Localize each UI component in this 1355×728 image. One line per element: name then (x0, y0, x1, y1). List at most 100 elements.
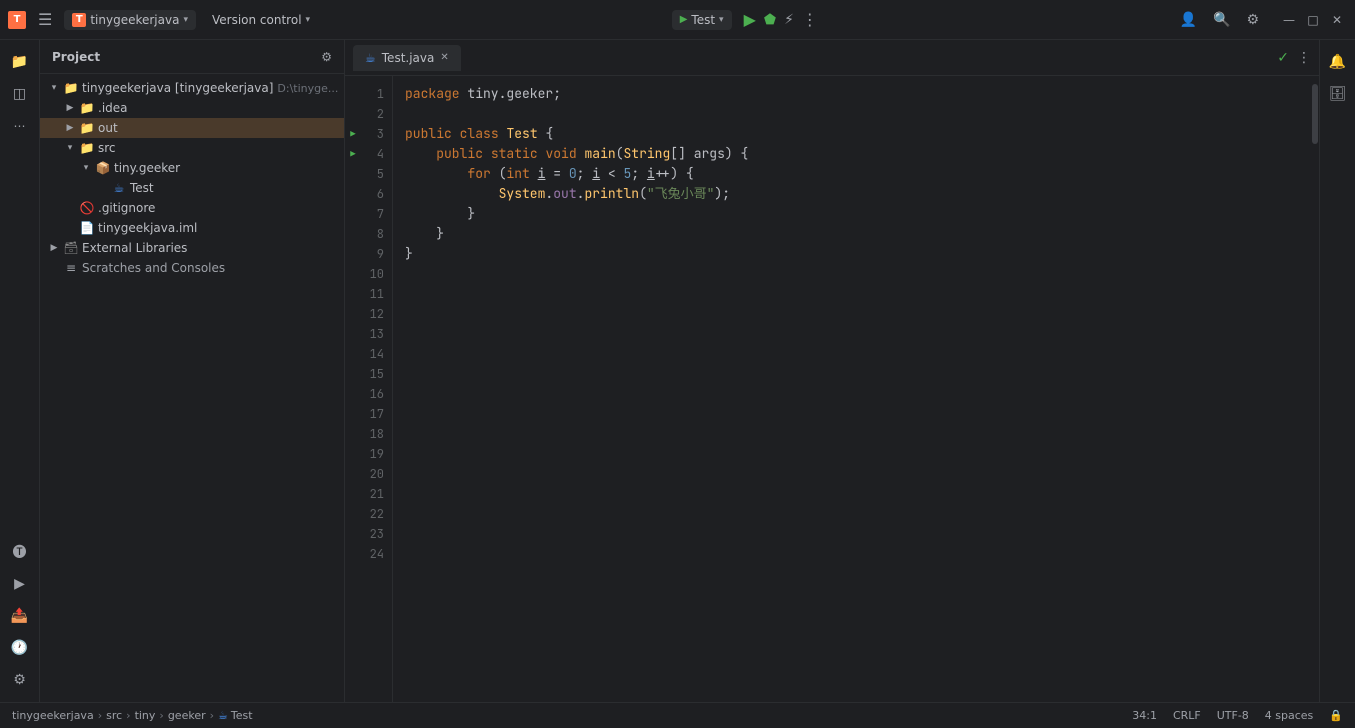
breadcrumb-geeker[interactable]: geeker (168, 709, 206, 722)
line-num-2: 2 (345, 104, 392, 124)
code-line-10 (405, 264, 1299, 284)
tree-test-file[interactable]: ▶ ☕ Test (40, 178, 344, 198)
src-label: src (98, 141, 116, 155)
breadcrumb-tiny[interactable]: tiny (135, 709, 156, 722)
lock-icon[interactable]: 🔒 (1329, 709, 1343, 722)
run-gutter-4[interactable]: ▶ (345, 144, 361, 164)
code-line-11 (405, 284, 1299, 304)
line-ending[interactable]: CRLF (1173, 709, 1201, 722)
line-num-3: ▶ 3 (345, 124, 392, 144)
tab-close-button[interactable]: ✕ (440, 52, 448, 63)
tab-right-actions: ✓ ⋮ (1277, 50, 1311, 66)
tree-arrow-root: ▾ (48, 82, 60, 94)
code-line-24 (405, 544, 1299, 564)
sidebar-icon-more[interactable]: ⋯ (6, 112, 34, 140)
breadcrumb-project[interactable]: tinygeekerjava (12, 709, 94, 722)
close-button[interactable]: ✕ (1327, 10, 1347, 30)
vertical-scrollbar[interactable] (1311, 76, 1319, 702)
code-line-13 (405, 324, 1299, 344)
encoding[interactable]: UTF-8 (1217, 709, 1249, 722)
sidebar-icon-project[interactable]: 📁 (6, 48, 34, 76)
app-logo: T (8, 11, 26, 29)
folder-icon-src: 📁 (79, 140, 95, 156)
left-sidebar: 📁 ◫ ⋯ 🅣 ▶ 📤 🕐 ⚙ (0, 40, 40, 702)
code-line-2 (405, 104, 1299, 124)
more-tabs-icon[interactable]: ⋮ (1297, 50, 1311, 66)
line-num-7: 7 (345, 204, 392, 224)
titlebar-center: ▶ Test ▾ ▶ ⬟ ⚡ ⋮ (318, 6, 1176, 33)
line-num-10: 10 (345, 264, 392, 284)
tree-idea[interactable]: ▶ 📁 .idea (40, 98, 344, 118)
database-icon[interactable]: 🗄 (1324, 80, 1352, 108)
tab-label: Test.java (382, 51, 435, 65)
maximize-button[interactable]: □ (1303, 10, 1323, 30)
line-num-6: 6 (345, 184, 392, 204)
sidebar-icon-settings[interactable]: ⚙ (6, 666, 34, 694)
tree-root[interactable]: ▾ 📁 tinygeekerjava [tinygeekerjava] D:\t… (40, 78, 344, 98)
code-line-15 (405, 364, 1299, 384)
editor-tab-test[interactable]: ☕ Test.java ✕ (353, 45, 461, 71)
line-num-12: 12 (345, 304, 392, 324)
tree-arrow-ext: ▶ (48, 242, 60, 254)
cursor-position[interactable]: 34:1 (1132, 709, 1157, 722)
tree-external-libs[interactable]: ▶ 🗃 External Libraries (40, 238, 344, 258)
panel-settings-icon[interactable]: ⚙ (321, 50, 332, 64)
folder-icon-idea: 📁 (79, 100, 95, 116)
project-panel: Project ⚙ ▾ 📁 tinygeekerjava [tinygeeker… (40, 40, 345, 702)
run-gutter-3[interactable]: ▶ (345, 124, 361, 144)
hamburger-menu[interactable]: ☰ (34, 6, 56, 33)
indent-setting[interactable]: 4 spaces (1265, 709, 1314, 722)
tree-iml[interactable]: ▶ 📄 tinygeekjava.iml (40, 218, 344, 238)
sidebar-icon-run[interactable]: ▶ (6, 570, 34, 598)
breadcrumb-test[interactable]: ☕ Test (218, 709, 253, 722)
line-num-24: 24 (345, 544, 392, 564)
sidebar-icon-learn[interactable]: 🅣 (6, 538, 34, 566)
sidebar-icon-structure[interactable]: ◫ (6, 80, 34, 108)
code-line-16 (405, 384, 1299, 404)
tree-arrow-idea: ▶ (64, 102, 76, 114)
code-line-12 (405, 304, 1299, 324)
run-button[interactable]: ▶ (740, 6, 760, 33)
notifications-icon[interactable]: 🔔 (1324, 48, 1352, 76)
ext-libs-label: External Libraries (82, 241, 187, 255)
line-num-15: 15 (345, 364, 392, 384)
breadcrumb-src[interactable]: src (106, 709, 122, 722)
sidebar-icon-history[interactable]: 🕐 (6, 634, 34, 662)
user-icon[interactable]: 👤 (1176, 8, 1201, 32)
tree-src[interactable]: ▾ 📁 src (40, 138, 344, 158)
tree-gitignore[interactable]: ▶ 🚫 .gitignore (40, 198, 344, 218)
search-everywhere-icon[interactable]: 🔍 (1209, 8, 1234, 32)
main-content: 📁 ◫ ⋯ 🅣 ▶ 📤 🕐 ⚙ Project ⚙ ▾ 📁 tinygeeker… (0, 40, 1355, 702)
status-bar: tinygeekerjava › src › tiny › geeker › ☕… (0, 702, 1355, 728)
code-line-4: public static void main(String[] args) { (405, 144, 1299, 164)
chevron-down-icon: ▾ (719, 15, 724, 25)
tree-scratches[interactable]: ▶ ≡ Scratches and Consoles (40, 258, 344, 278)
code-line-21 (405, 484, 1299, 504)
titlebar: T ☰ T tinygeekerjava ▾ Version control ▾… (0, 0, 1355, 40)
code-content[interactable]: package tiny.geeker; public class Test {… (393, 76, 1311, 702)
version-control-btn[interactable]: Version control ▾ (204, 10, 318, 30)
scrollbar-thumb[interactable] (1312, 84, 1318, 144)
java-file-icon: ☕ (218, 709, 228, 722)
titlebar-left: T ☰ T tinygeekerjava ▾ Version control ▾ (8, 6, 318, 33)
more-run-options[interactable]: ⋮ (798, 6, 822, 33)
run-configuration[interactable]: ▶ Test ▾ (672, 10, 732, 30)
project-name-badge[interactable]: T tinygeekerjava ▾ (64, 10, 196, 30)
code-line-17 (405, 404, 1299, 424)
code-line-14 (405, 344, 1299, 364)
project-name-label: tinygeekerjava (90, 13, 179, 27)
line-num-11: 11 (345, 284, 392, 304)
settings-icon[interactable]: ⚙ (1242, 8, 1263, 32)
window-controls: — □ ✕ (1279, 10, 1347, 30)
tree-out[interactable]: ▶ 📁 out (40, 118, 344, 138)
sidebar-icon-commit[interactable]: 📤 (6, 602, 34, 630)
line-num-16: 16 (345, 384, 392, 404)
line-num-5: 5 (345, 164, 392, 184)
debug-button[interactable]: ⬟ (760, 8, 780, 32)
tree-tiny-geeker[interactable]: ▾ 📦 tiny.geeker (40, 158, 344, 178)
minimize-button[interactable]: — (1279, 10, 1299, 30)
panel-title: Project (52, 50, 321, 64)
profile-button[interactable]: ⚡ (780, 8, 798, 32)
line-num-17: 17 (345, 404, 392, 424)
status-right: 34:1 CRLF UTF-8 4 spaces 🔒 (1132, 709, 1343, 722)
